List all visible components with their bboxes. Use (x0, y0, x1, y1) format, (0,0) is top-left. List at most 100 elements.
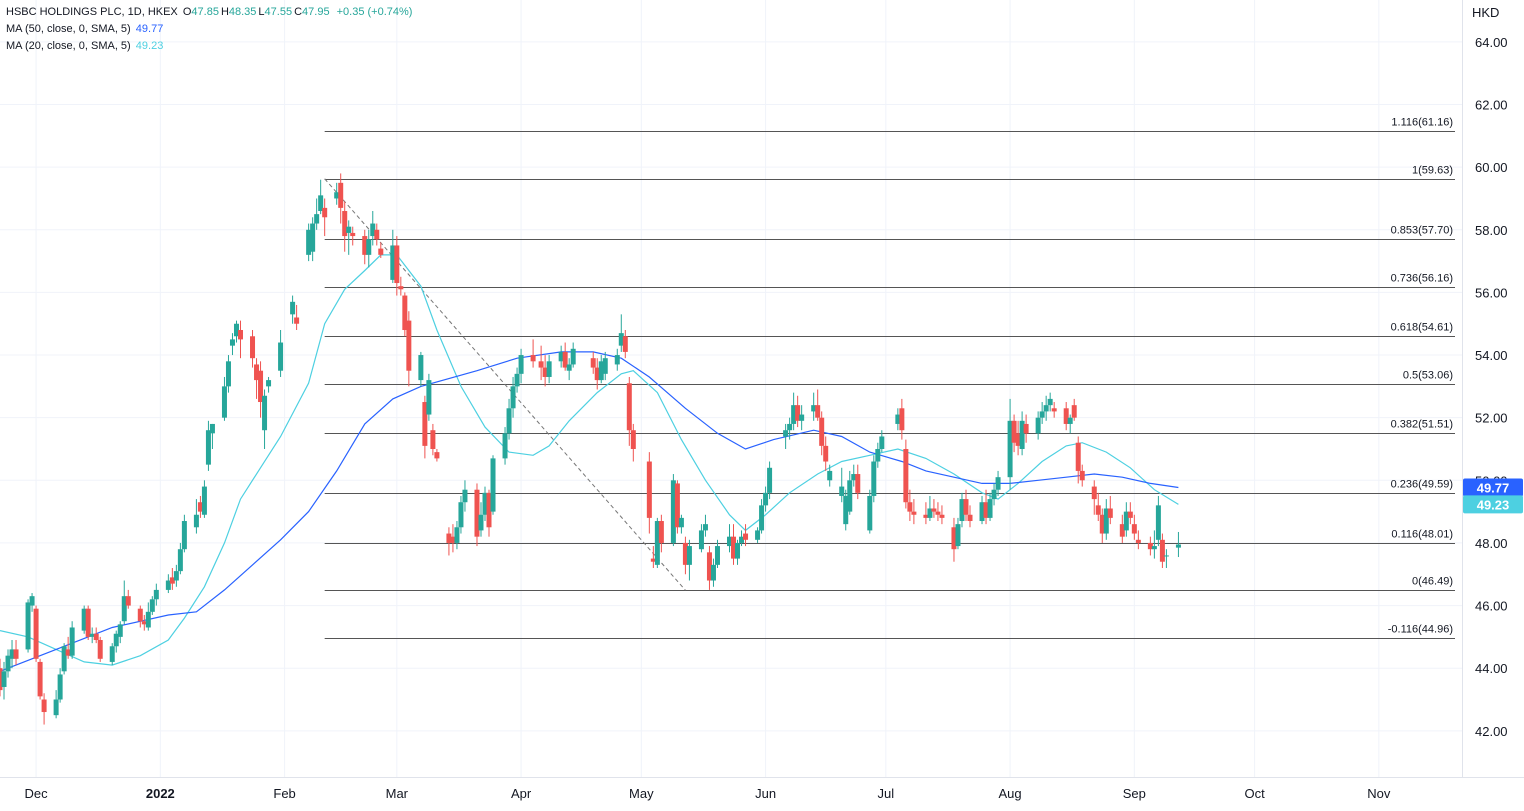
time-tick-label: Oct (1244, 786, 1265, 801)
candle-body (939, 514, 945, 518)
candle-body (454, 527, 460, 543)
candle-body (221, 386, 227, 418)
candle-body (1131, 524, 1137, 534)
currency-label: HKD (1472, 5, 1500, 20)
candle-body (847, 480, 853, 512)
candle-body (338, 182, 344, 208)
ma20-legend: MA (20, close, 0, SMA, 5) 49.23 (6, 40, 165, 52)
candle-up (201, 480, 207, 518)
candle-down (406, 311, 412, 387)
candle-body (85, 608, 91, 637)
candle-up (61, 643, 67, 675)
price-tick-label: 42.00 (1475, 724, 1508, 739)
candle-body (1043, 405, 1049, 412)
candle-up (266, 376, 272, 393)
candle-body (97, 640, 103, 659)
candle-body (145, 611, 151, 628)
time-tick-label: Feb (273, 786, 295, 801)
ohlc-key-h: H (220, 6, 229, 18)
price-axis[interactable]: 42.0044.0046.0048.0050.0052.0054.0056.00… (1462, 0, 1524, 811)
candle-body (1039, 411, 1045, 418)
candle-body (1163, 555, 1169, 557)
candle-body (678, 517, 684, 528)
candle-body (510, 386, 516, 409)
fib-level-label: 1(59.63) (1412, 165, 1453, 177)
candle-up (546, 355, 552, 384)
candle-body (378, 248, 384, 255)
candle-body (626, 383, 632, 431)
candle-body (867, 495, 873, 531)
time-tick-label: Nov (1367, 786, 1391, 801)
fib-level-label: 0.236(49.59) (1391, 479, 1453, 491)
candle-body (530, 355, 536, 362)
grid-lines (0, 0, 1462, 777)
moving-averages (0, 254, 1179, 672)
price-chart[interactable]: 1.116(61.16) 1(59.63) 0.853(57.70) 0.736(56… (0, 0, 1524, 811)
price-axis-bg (1462, 0, 1524, 811)
candle-body (502, 433, 508, 459)
time-tick-label: Mar (386, 786, 409, 801)
candle-body (875, 448, 881, 462)
candle-up (955, 517, 961, 550)
candle-body (767, 467, 773, 493)
time-axis[interactable]: Dec 2022 Feb Mar Apr May Jun Jul Aug Sep Oct Nov (0, 777, 1524, 802)
candle-body (827, 470, 833, 481)
fib-level-label: 0.5(53.06) (1403, 370, 1453, 382)
candle-down (434, 448, 440, 462)
candle-body (201, 486, 207, 515)
fibonacci-retracement[interactable]: 1.116(61.16) 1(59.63) 0.853(57.70) 0.736(56… (324, 117, 1455, 639)
candle-body (698, 530, 704, 550)
fib-level-label: 1.116(61.16) (1391, 117, 1453, 129)
candle-body (406, 320, 412, 371)
candle-body (907, 502, 913, 512)
candle-up (57, 668, 63, 703)
candle-up (827, 464, 833, 487)
ma20-line (0, 254, 1179, 666)
candle-body (346, 226, 352, 233)
candle-down (1071, 398, 1077, 421)
candle-up (614, 348, 620, 371)
candle-body (614, 355, 620, 365)
candle-body (955, 524, 961, 547)
price-change: +0.35 (+0.74%) (336, 6, 413, 18)
candle-body (963, 499, 969, 515)
candle-body (1071, 405, 1077, 418)
candle-body (41, 699, 47, 713)
candle-body (1035, 417, 1041, 434)
candle-body (462, 489, 468, 503)
candle-body (815, 405, 821, 418)
candle-body (538, 361, 544, 368)
candle-up (1103, 499, 1109, 540)
price-tag-label: 49.23 (1477, 497, 1510, 512)
ma20-label: MA (20, close, 0, SMA, 5) (6, 40, 131, 52)
candle-body (237, 330, 243, 340)
candle-up (262, 389, 268, 449)
candle-body (570, 348, 576, 365)
candle-down (41, 693, 47, 725)
symbol-title: HSBC HOLDINGS PLC, 1D, HKEX (6, 6, 178, 18)
candle-body (743, 533, 749, 540)
candle-body (995, 477, 1001, 490)
candle-body (602, 358, 608, 374)
price-tick-label: 58.00 (1475, 223, 1508, 238)
ma50-label: MA (50, close, 0, SMA, 5) (6, 23, 131, 35)
symbol-legend: HSBC HOLDINGS PLC, 1D, HKEX O47.85 H48.35… (6, 6, 414, 18)
candle-body (1151, 546, 1157, 550)
candle-body (229, 339, 235, 346)
candle-body (177, 549, 183, 572)
candle-down (530, 339, 536, 368)
candle-up (181, 514, 187, 553)
candle-body (1127, 511, 1133, 518)
fib-level-label: 0.736(56.16) (1391, 273, 1453, 285)
candle-body (903, 448, 909, 503)
candle-body (819, 417, 825, 446)
candle-body (1091, 486, 1097, 500)
candle-body (434, 452, 440, 459)
price-tick-label: 60.00 (1475, 160, 1508, 175)
candlesticks (0, 173, 1181, 725)
candle-down (37, 658, 43, 700)
candle-body (149, 599, 155, 612)
candle-body (173, 571, 179, 581)
candle-body (350, 232, 356, 237)
ohlc-value-l: 47.55 (264, 6, 293, 18)
